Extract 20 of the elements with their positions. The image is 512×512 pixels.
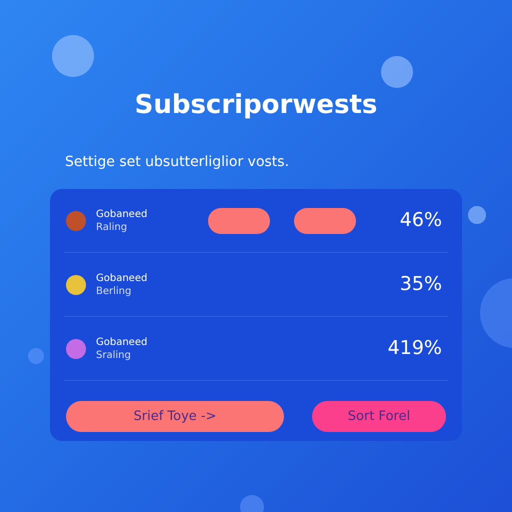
percentage: 35% <box>398 272 442 298</box>
page-title: Subscriporwests <box>134 89 378 122</box>
item-label: Raling <box>96 220 128 234</box>
bubble <box>240 495 264 512</box>
item-name: Gobaneed <box>96 272 148 284</box>
pill-button[interactable] <box>208 208 270 234</box>
item-name: Gobaneed <box>96 208 148 220</box>
percentage: 46% <box>398 208 442 234</box>
item-label: Berling <box>96 284 132 298</box>
item-label: Sraling <box>96 348 132 362</box>
action-button[interactable]: Sort Forel <box>312 401 446 432</box>
percentage: 419% <box>386 336 442 362</box>
item-name: Gobaneed <box>96 336 148 348</box>
action-button[interactable]: Srief Toye -> <box>66 401 284 432</box>
bubble <box>381 56 413 88</box>
bubble <box>468 206 486 224</box>
bubble <box>52 35 94 77</box>
subtitle: Settige set ubsutterliglior vosts. <box>65 153 290 172</box>
pill-button[interactable] <box>294 208 356 234</box>
bubble <box>28 348 44 364</box>
